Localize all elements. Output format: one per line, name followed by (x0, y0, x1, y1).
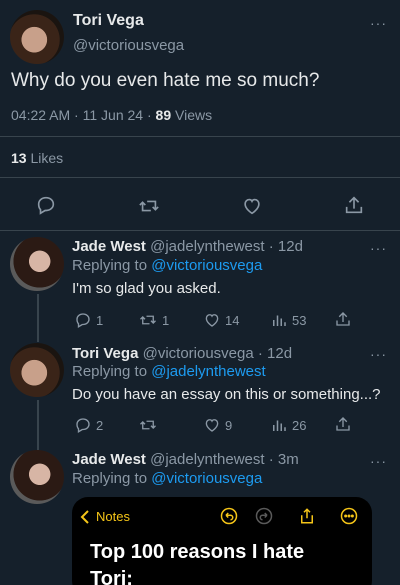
avatar-jade-west[interactable] (10, 237, 64, 291)
more-icon (340, 507, 358, 525)
replying-to-handle[interactable]: @jadelynthewest (151, 363, 265, 380)
views-action[interactable]: 26 (270, 416, 306, 434)
reply-text: I'm so glad you asked. (72, 280, 221, 297)
reply-icon (76, 313, 90, 328)
tweet-text: Why do you even hate me so much? (11, 70, 320, 91)
views-count: 26 (292, 417, 307, 433)
thread-line (37, 294, 39, 342)
like-icon (205, 419, 219, 432)
views-icon (273, 420, 286, 431)
more-options-icon[interactable]: ··· (370, 240, 387, 256)
reply-author-handle[interactable]: @jadelynthewest (150, 451, 264, 468)
views-label: Views (175, 107, 213, 123)
likes-label: Likes (30, 150, 64, 166)
notes-title: Top 100 reasons I hate Tori: (90, 541, 305, 585)
reply-icon[interactable] (35, 194, 57, 216)
replying-to: Replying to @jadelynthewest (72, 363, 266, 380)
share-icon[interactable] (343, 194, 365, 216)
views-icon (273, 315, 286, 326)
author-name[interactable]: Tori Vega (73, 12, 144, 30)
retweet-action[interactable] (138, 416, 162, 434)
undo-icon (220, 507, 238, 525)
notes-back-label: Notes (96, 509, 130, 524)
replying-to-handle[interactable]: @victoriousvega (151, 470, 262, 487)
actions-divider (0, 230, 400, 231)
replying-to: Replying to @victoriousvega (72, 470, 262, 487)
reply-age: · 12d (257, 345, 293, 362)
more-options-icon[interactable]: ··· (370, 453, 387, 469)
meta-separator: · (74, 107, 83, 123)
reply-header: Jade West @jadelynthewest · 3m (72, 451, 299, 468)
retweet-icon (140, 315, 156, 325)
thread-line (37, 400, 39, 450)
tweet-date: 11 Jun 24 (82, 107, 144, 123)
reply-count: 1 (96, 312, 104, 328)
more-options-icon[interactable]: ··· (370, 15, 387, 31)
chevron-left-icon (80, 509, 89, 524)
reply-author-name[interactable]: Tori Vega (72, 345, 138, 362)
avatar-jade-west[interactable] (10, 450, 64, 504)
reply-action[interactable]: 1 (74, 311, 103, 329)
top-divider (0, 136, 400, 137)
views-count: 53 (292, 312, 307, 328)
share-icon (301, 508, 313, 524)
author-handle[interactable]: @victoriousvega (73, 37, 184, 54)
tweet-time: 04:22 AM (11, 107, 71, 123)
like-count: 14 (225, 312, 240, 328)
replying-label: Replying to (72, 257, 148, 274)
avatar-tori-vega[interactable] (10, 10, 64, 64)
reply-author-handle[interactable]: @victoriousvega (143, 345, 254, 362)
replying-to-handle[interactable]: @victoriousvega (151, 257, 262, 274)
reply-text: Do you have an essay on this or somethin… (72, 386, 381, 403)
share-icon[interactable] (334, 415, 352, 433)
retweet-icon[interactable] (137, 195, 161, 217)
redo-icon (255, 507, 273, 525)
replying-to: Replying to @victoriousvega (72, 257, 262, 274)
views-action[interactable]: 53 (270, 311, 306, 329)
share-icon[interactable] (334, 310, 352, 328)
views-count: 89 (155, 107, 172, 123)
meta-separator: · (146, 107, 156, 123)
reply-age: · 3m (268, 451, 299, 468)
likes-count: 13 (11, 150, 27, 166)
tweet-meta: 04:22 AM · 11 Jun 24 · 89 Views (11, 107, 212, 123)
like-action[interactable]: 9 (203, 416, 232, 434)
retweet-action[interactable]: 1 (138, 311, 169, 329)
notes-back-button: Notes (80, 509, 130, 524)
reply-action[interactable]: 2 (74, 416, 103, 434)
likes-stat[interactable]: 13 Likes (11, 150, 63, 166)
retweet-count: 1 (162, 312, 170, 328)
reply-author-name[interactable]: Jade West (72, 238, 146, 255)
retweet-icon (140, 420, 156, 430)
reply-icon (76, 418, 90, 433)
reply-header: Tori Vega @victoriousvega · 12d (72, 345, 292, 362)
avatar-tori-vega[interactable] (10, 343, 64, 397)
reply-age: · 12d (268, 238, 303, 255)
stats-divider (0, 177, 400, 178)
reply-author-name[interactable]: Jade West (72, 451, 146, 468)
like-action[interactable]: 14 (203, 311, 239, 329)
reply-author-handle[interactable]: @jadelynthewest (150, 238, 264, 255)
replying-label: Replying to (72, 470, 148, 487)
attached-image[interactable]: Notes Top 100 reasons I hate Tori: (72, 497, 372, 585)
like-icon (205, 314, 219, 327)
like-icon[interactable] (241, 195, 263, 217)
reply-header: Jade West @jadelynthewest · 12d (72, 238, 303, 255)
like-count: 9 (225, 417, 233, 433)
more-options-icon[interactable]: ··· (370, 346, 387, 362)
reply-count: 2 (96, 417, 104, 433)
replying-label: Replying to (72, 363, 148, 380)
